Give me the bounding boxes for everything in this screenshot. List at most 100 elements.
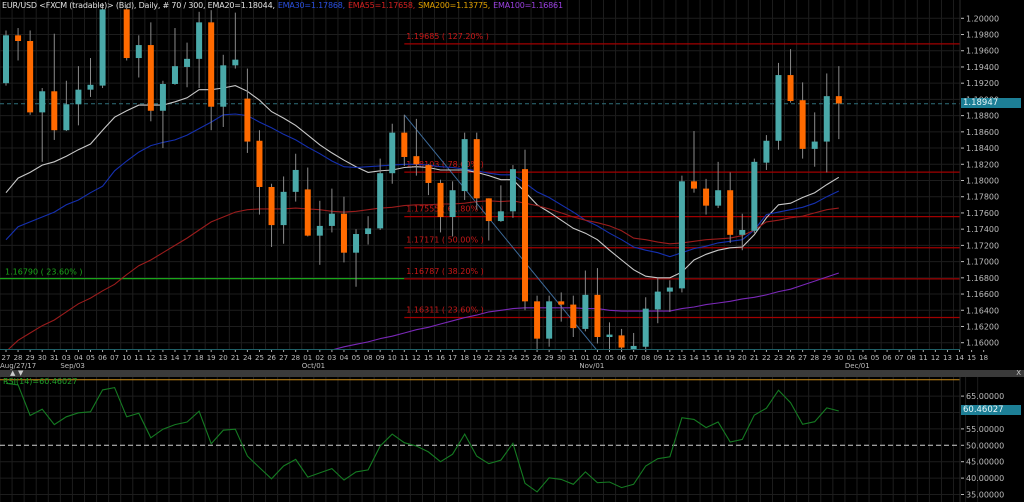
date-tick-label: 24	[243, 354, 252, 362]
date-tick-label: 16	[436, 354, 445, 362]
date-tick-label: 26	[533, 354, 542, 362]
candle-bull	[171, 66, 178, 84]
price-tick-label: 1.19400	[966, 63, 999, 72]
candle-bull	[823, 96, 830, 142]
candle-bear	[425, 165, 432, 183]
trendline	[403, 114, 597, 349]
candle-bull	[449, 190, 456, 217]
date-tick-label: 23	[774, 354, 783, 362]
price-chart[interactable]: 1.16790 ( 23.60% ) 1.19685 ( 127.20% ) 1.1…	[0, 0, 1024, 502]
rsi-value-badge: 60.46027	[961, 405, 1021, 415]
candle-bull	[461, 139, 468, 192]
header-ema55: EMA55=1.17658,	[347, 1, 416, 10]
candle-bear	[244, 98, 251, 142]
fib-level-label: 1.16311 ( 23.60% )	[406, 305, 483, 314]
candle-bull	[739, 229, 746, 235]
date-tick-label: 13	[943, 354, 952, 362]
candle-bear	[123, 9, 130, 59]
date-tick-label: 29	[545, 354, 554, 362]
rsi-tick-label: 50.00000	[966, 441, 1004, 450]
rsi-tick-label: 55.00000	[966, 425, 1004, 434]
date-tick-label: 19	[472, 354, 481, 362]
grid	[0, 0, 979, 502]
date-tick-label: 29	[822, 354, 831, 362]
candle-bull	[87, 84, 94, 90]
candle-bull	[497, 211, 504, 222]
date-tick-label: 03	[327, 354, 336, 362]
price-plot-area[interactable]: 1.16790 ( 23.60% ) 1.19685 ( 127.20% ) 1.1…	[0, 0, 960, 352]
date-tick-label: 03	[62, 354, 71, 362]
date-tick-label: 20	[738, 354, 747, 362]
candle-bull	[811, 141, 818, 149]
date-tick-label: 17	[183, 354, 192, 362]
date-tick-label: 11	[134, 354, 143, 362]
candle-bear	[690, 181, 697, 189]
date-tick-label: 07	[895, 354, 904, 362]
candle-bear	[27, 41, 34, 113]
date-tick-label: 28	[14, 354, 23, 362]
date-tick-label: 13	[158, 354, 167, 362]
date-tick-label: 21	[750, 354, 759, 362]
date-tick-label: 06	[617, 354, 626, 362]
date-tick-label: 24	[508, 354, 517, 362]
date-tick-label: 10	[122, 354, 131, 362]
candle-bull	[232, 59, 239, 66]
candle-bear	[703, 188, 710, 206]
header-ema30: EMA30=1.17868,	[277, 1, 345, 10]
candle-bear	[51, 91, 58, 131]
date-tick-label: 05	[871, 354, 880, 362]
price-tick-label: 1.18200	[966, 160, 999, 169]
candle-bull	[159, 83, 166, 111]
price-tick-label: 1.19200	[966, 79, 999, 88]
triangle-up-icon[interactable]: ▲	[10, 370, 15, 377]
rsi-axis[interactable]: 65.00000 55.00000 50.00000 45.00000 40.00000…	[959, 377, 1004, 502]
date-tick-label: 13	[677, 354, 686, 362]
triangle-down-icon[interactable]: ▼	[18, 370, 23, 377]
date-tick-label: 04	[339, 354, 348, 362]
candle-bear	[147, 45, 154, 111]
price-tick-label: 1.20000	[966, 14, 999, 23]
candle-bull	[666, 287, 673, 292]
price-tick-label: 1.17000	[966, 258, 999, 267]
candle-bull	[642, 308, 649, 347]
candle-bull	[280, 191, 287, 226]
price-tick-label: 1.16000	[966, 339, 999, 348]
date-tick-label: 27	[798, 354, 807, 362]
candle-bull	[751, 161, 758, 231]
candle-bull	[353, 234, 360, 253]
price-tick-label: 1.19600	[966, 47, 999, 56]
date-tick-label: 06	[98, 354, 107, 362]
fib-level-label: 1.17555 ( 61.80% )	[406, 205, 483, 214]
month-label: Oct/01	[302, 362, 325, 370]
date-tick-label: 04	[859, 354, 868, 362]
price-tick-label: 1.16200	[966, 322, 999, 331]
candle-bull	[365, 228, 372, 235]
candle-bear	[256, 140, 263, 187]
date-tick-label: 30	[834, 354, 843, 362]
date-tick-label: 18	[460, 354, 469, 362]
candle-bull	[39, 91, 46, 113]
date-tick-label: 19	[726, 354, 735, 362]
candle-bear	[570, 304, 577, 329]
date-tick-label: 15	[702, 354, 711, 362]
date-tick-label: 31	[569, 354, 578, 362]
candle-bull	[389, 132, 396, 174]
rsi-panel-bar[interactable]: ▲ ▼ X	[0, 370, 1024, 377]
price-tick-label: 1.17800	[966, 193, 999, 202]
price-tick-label: 1.18000	[966, 177, 999, 186]
price-tick-label: 1.16400	[966, 306, 999, 315]
candle-bear	[558, 301, 565, 305]
month-label: Nov/01	[579, 362, 604, 370]
close-panel-button[interactable]: X	[1016, 370, 1021, 377]
price-axis[interactable]: 1.200001.198001.196001.194001.192001.190…	[959, 0, 1024, 349]
date-tick-label: 02	[593, 354, 602, 362]
date-tick-label: 05	[605, 354, 614, 362]
date-tick-label: 17	[448, 354, 457, 362]
candle-bull	[546, 301, 553, 339]
date-axis[interactable]: 27 28 29 30 31 03 04 05 06 07 10 11 12 13 14 17 18 19 20 21…	[0, 349, 988, 371]
candle-bear	[208, 22, 215, 107]
candle-bear	[594, 294, 601, 338]
date-tick-label: 31	[50, 354, 59, 362]
candle-bear	[835, 96, 842, 104]
green-level-label: 1.16790 ( 23.60% )	[5, 268, 82, 277]
